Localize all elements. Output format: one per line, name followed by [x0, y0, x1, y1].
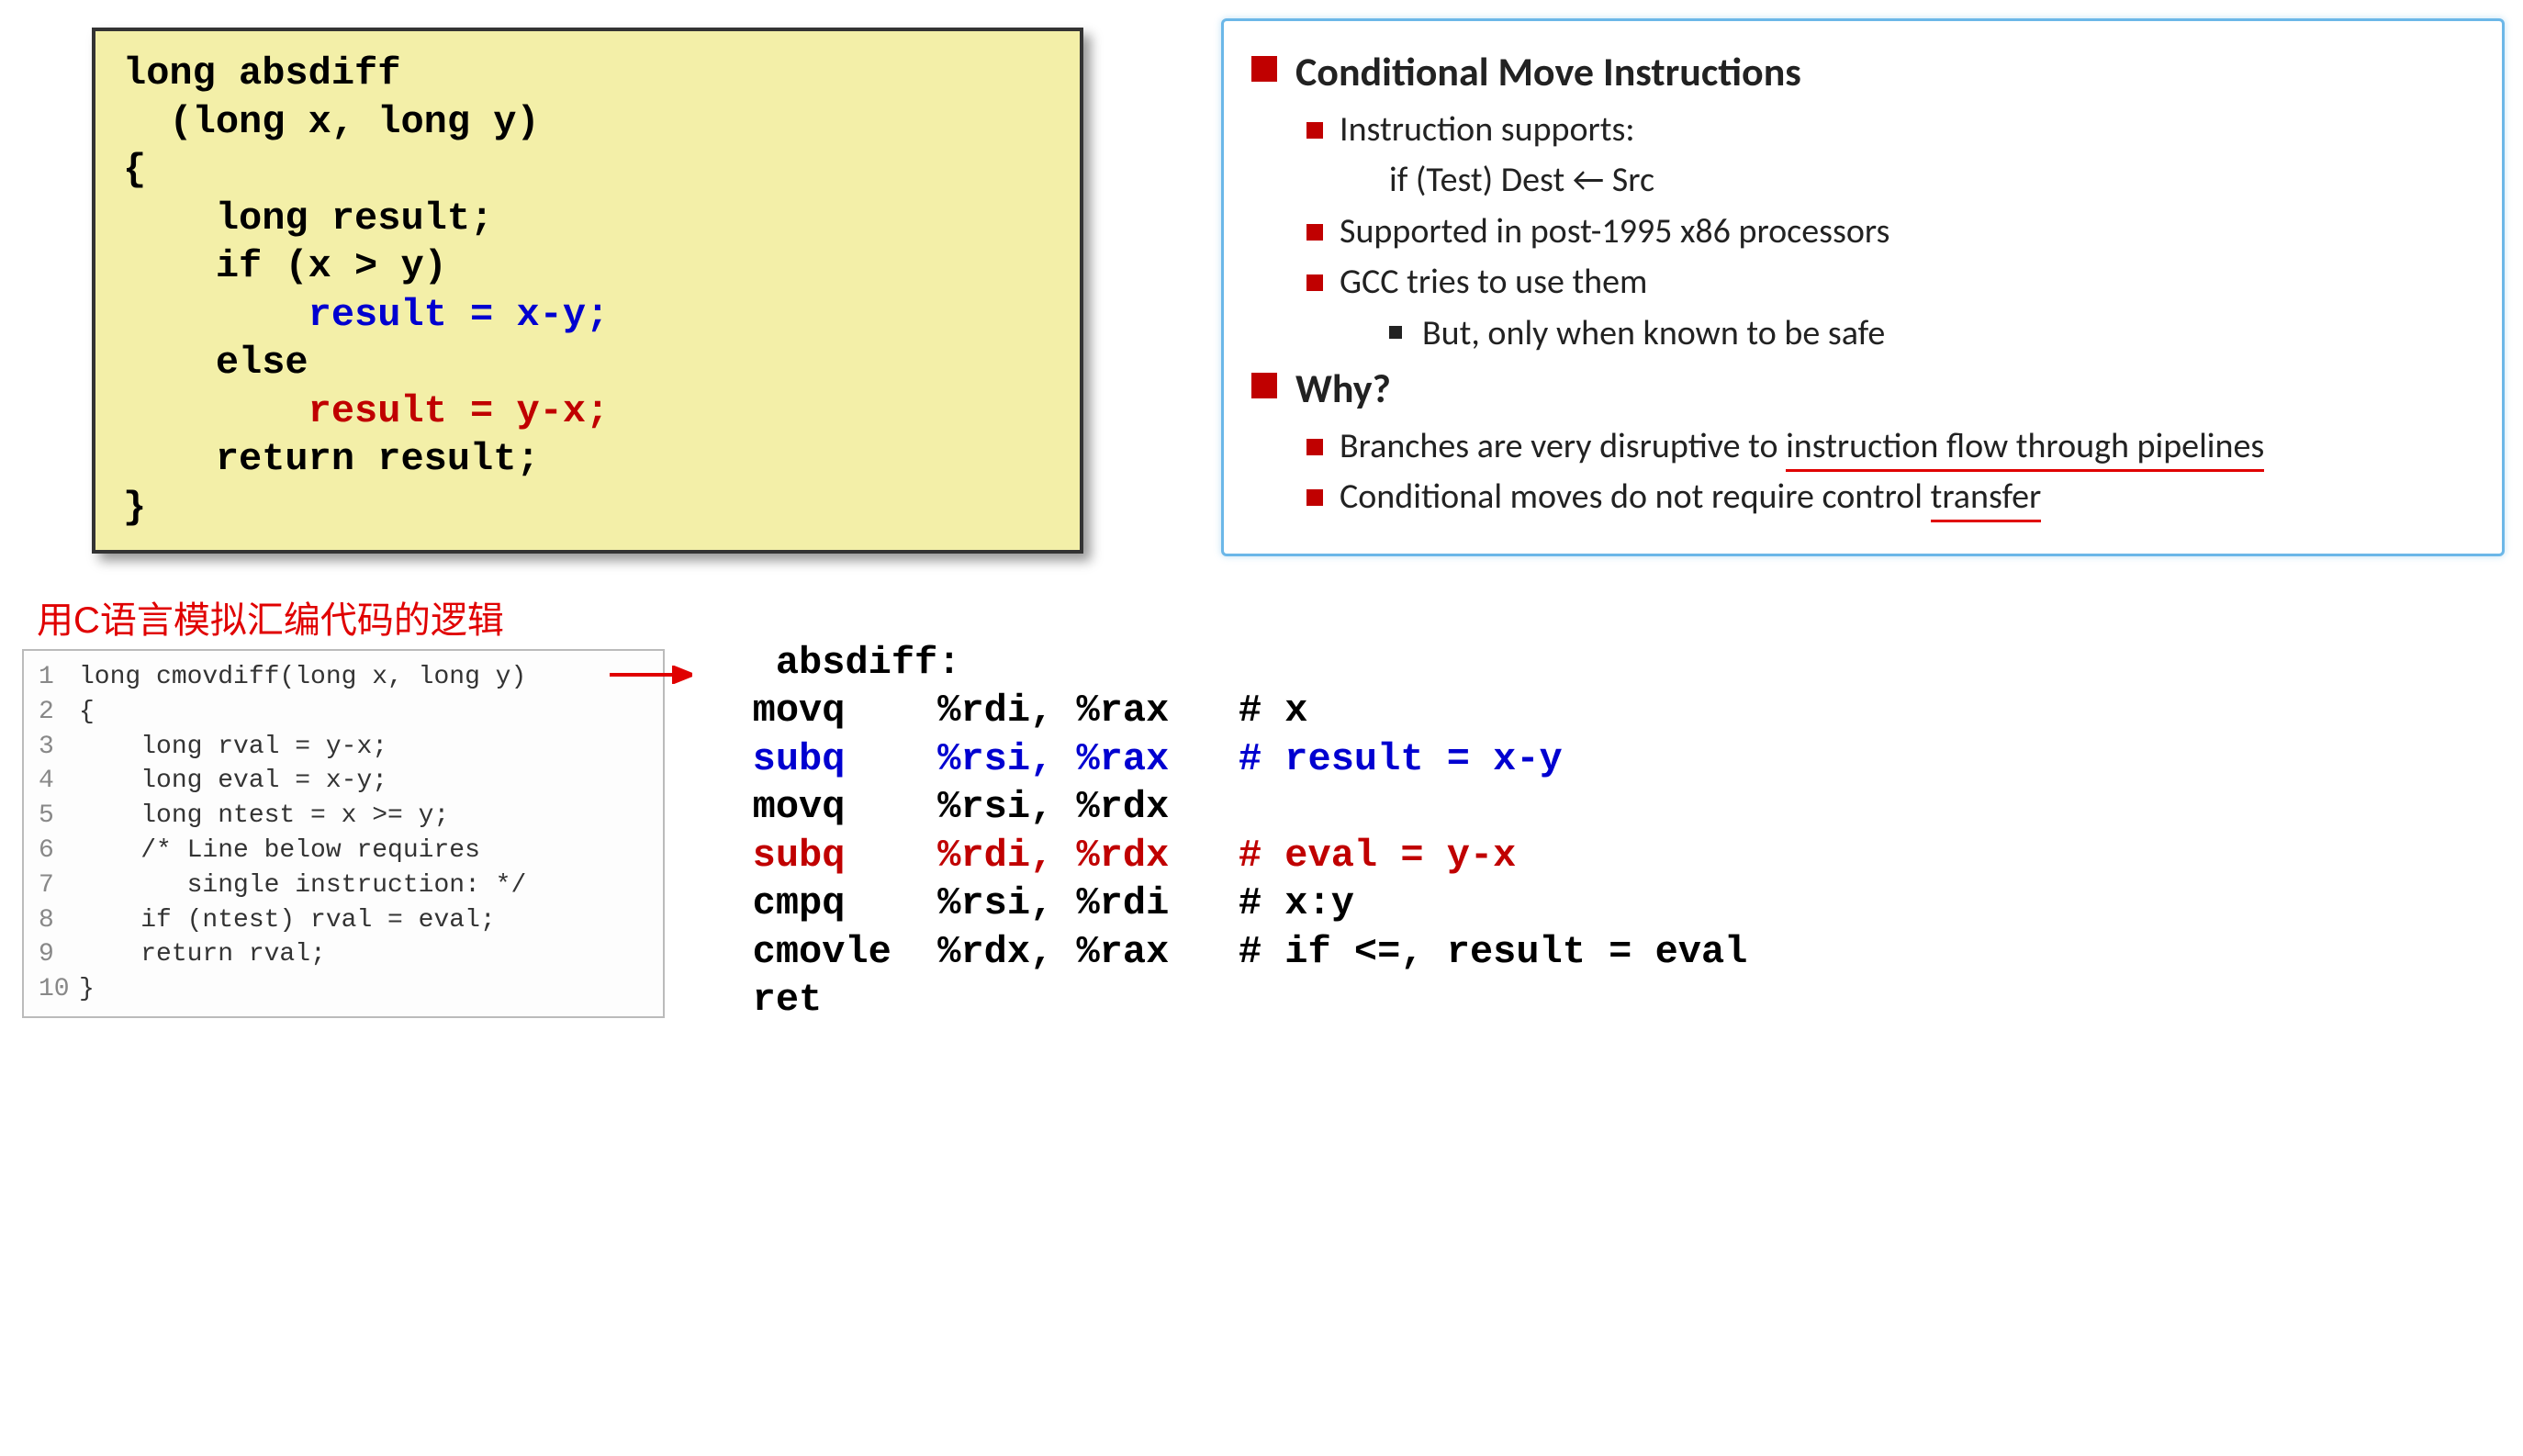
line-number: 7	[39, 868, 79, 903]
info-subtext: if (Test) Dest ← Src	[1389, 158, 2474, 203]
slide-top-row: long absdiff (long x, long y) { long res…	[18, 18, 2505, 581]
asm-line: movq %rdi, %rax # x	[683, 689, 1308, 733]
line-number: 9	[39, 937, 79, 972]
line-number: 2	[39, 695, 79, 730]
code-line: {	[123, 148, 146, 192]
line-code: single instruction: */	[79, 868, 526, 903]
c-code-box: long absdiff (long x, long y) { long res…	[92, 28, 1083, 554]
code-line: else	[123, 341, 308, 385]
bullet-text: Conditional moves do not require control	[1340, 476, 1931, 518]
asm-line-red: subq %rdi, %rdx # eval = y-x	[683, 834, 1516, 878]
right-column: Conditional Move Instructions Instructio…	[1221, 18, 2505, 556]
cmov-line: 6 /* Line below requires	[39, 834, 648, 868]
cmov-line: 7 single instruction: */	[39, 868, 648, 903]
cmov-line: 4 long eval = x-y;	[39, 764, 648, 799]
bullet-text-underlined: transfer	[1931, 476, 2042, 522]
line-code: }	[79, 972, 95, 1007]
line-number: 8	[39, 903, 79, 938]
line-code: long eval = x-y;	[79, 764, 387, 799]
line-code: /* Line below requires	[79, 834, 480, 868]
asm-line: cmovle %rdx, %rax # if <=, result = eval	[683, 930, 1747, 974]
c-code: long absdiff (long x, long y) { long res…	[123, 50, 1052, 532]
line-code: long ntest = x >= y;	[79, 799, 449, 834]
asm-line: ret	[683, 978, 822, 1022]
arrow-icon	[610, 666, 692, 684]
line-code: {	[79, 695, 95, 730]
bullet-text: Branches are very disruptive to	[1340, 425, 1786, 467]
code-line: if (x > y)	[123, 244, 447, 288]
cmov-code-box: 1long cmovdiff(long x, long y)2{3 long r…	[22, 649, 665, 1018]
code-line: long result;	[123, 196, 493, 241]
info-bullet: Supported in post-1995 x86 processors	[1306, 209, 2474, 254]
code-line: }	[123, 486, 146, 530]
cmov-line: 2{	[39, 695, 648, 730]
cmov-column: 用C语言模拟汇编代码的逻辑 1long cmovdiff(long x, lon…	[18, 590, 665, 1018]
line-code: if (ntest) rval = eval;	[79, 903, 496, 938]
asm-label: absdiff:	[776, 641, 961, 685]
left-column: long absdiff (long x, long y) { long res…	[18, 18, 1166, 581]
code-line-red: result = y-x;	[123, 389, 609, 433]
line-number: 3	[39, 730, 79, 765]
asm-line: movq %rsi, %rdx	[683, 785, 1169, 829]
code-line-blue: result = x-y;	[123, 293, 609, 337]
line-number: 4	[39, 764, 79, 799]
cmov-line: 10}	[39, 972, 648, 1007]
cmov-line: 9 return rval;	[39, 937, 648, 972]
bullet-text-underlined: instruction flow through pipelines	[1786, 425, 2264, 472]
cmov-line: 8 if (ntest) rval = eval;	[39, 903, 648, 938]
line-number: 1	[39, 660, 79, 695]
cmov-line: 5 long ntest = x >= y;	[39, 799, 648, 834]
line-number: 10	[39, 972, 79, 1007]
info-bullet: Conditional moves do not require control…	[1306, 475, 2474, 520]
info-sub-bullet: But, only when known to be safe	[1389, 311, 2474, 356]
annotation-text: 用C语言模拟汇编代码的逻辑	[37, 590, 665, 644]
code-line: long absdiff	[123, 51, 400, 95]
slide-bottom-row: 用C语言模拟汇编代码的逻辑 1long cmovdiff(long x, lon…	[18, 590, 2505, 1025]
info-title-2: Why?	[1251, 364, 2474, 413]
info-title-1: Conditional Move Instructions	[1251, 47, 2474, 96]
asm-line: cmpq %rsi, %rdi # x:y	[683, 881, 1354, 925]
code-line: (long x, long y)	[123, 100, 540, 144]
line-code: long cmovdiff(long x, long y)	[79, 660, 526, 695]
line-number: 6	[39, 834, 79, 868]
cmov-line: 3 long rval = y-x;	[39, 730, 648, 765]
cmov-line: 1long cmovdiff(long x, long y)	[39, 660, 648, 695]
line-code: return rval;	[79, 937, 326, 972]
info-panel: Conditional Move Instructions Instructio…	[1221, 18, 2505, 556]
asm-block: absdiff: movq %rdi, %rax # x subq %rsi, …	[683, 590, 1747, 1025]
info-bullet: Branches are very disruptive to instruct…	[1306, 424, 2474, 469]
info-bullet: Instruction supports:	[1306, 107, 2474, 152]
line-code: long rval = y-x;	[79, 730, 387, 765]
info-bullet: GCC tries to use them	[1306, 260, 2474, 305]
code-line: return result;	[123, 437, 540, 481]
asm-line-blue: subq %rsi, %rax # result = x-y	[683, 737, 1563, 781]
line-number: 5	[39, 799, 79, 834]
